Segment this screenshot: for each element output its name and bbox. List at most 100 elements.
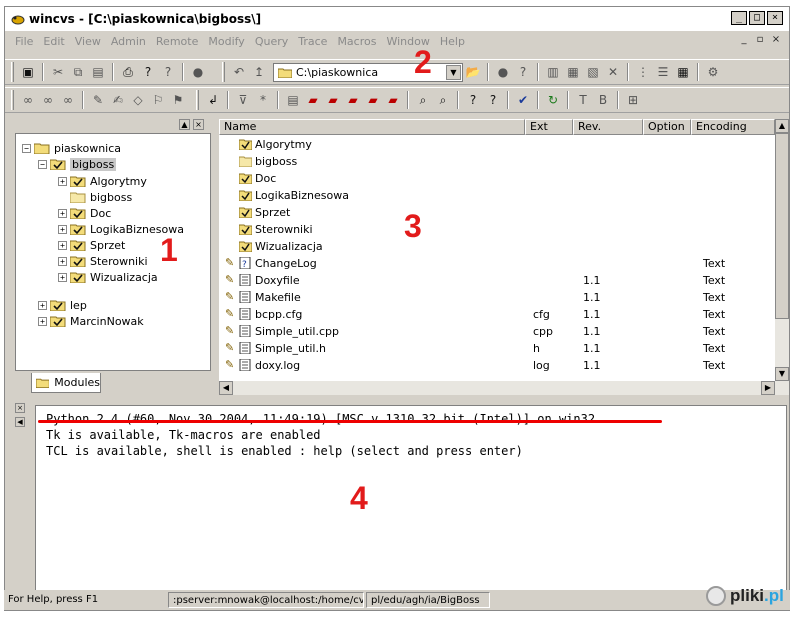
file-search-x-icon[interactable]: ⌕ [433,90,453,110]
expand-icon[interactable]: + [38,316,47,326]
pencil-icon[interactable]: ✎ [88,90,108,110]
scroll-left-icon[interactable]: ◀ [219,381,233,395]
table-row[interactable]: LogikaBiznesowa [219,187,775,204]
horizontal-scrollbar[interactable]: ◀ ▶ [219,381,789,395]
toolbar-grip[interactable] [11,62,14,82]
text-mode-icon[interactable]: T [573,90,593,110]
chevron-down-icon[interactable]: ▼ [446,64,461,80]
preferences-icon[interactable]: ⚙ [703,62,723,82]
column-header-ext[interactable]: Ext [525,119,573,135]
menu-file[interactable]: File [15,35,33,48]
column-header-rev[interactable]: Rev. [573,119,643,135]
table-row[interactable]: Sterowniki [219,221,775,238]
view-unknown-icon[interactable]: ▧ [583,62,603,82]
tree-node[interactable]: + Sterowniki [58,253,148,269]
column-header-option[interactable]: Option [643,119,691,135]
stop-run-icon[interactable]: ⚑ [168,90,188,110]
mdi-restore-button[interactable]: ▫ [753,34,767,47]
list-view-icon[interactable]: ☰ [653,62,673,82]
file-list[interactable]: Algorytmy bigboss Doc LogikaBiznesowa Sp… [219,135,775,381]
file-conflict-icon[interactable]: ▰ [363,90,383,110]
table-row[interactable]: ✎ ? ChangeLog Text [219,255,775,272]
file-removed-icon[interactable]: ▰ [343,90,363,110]
file-list-icon[interactable]: ▤ [283,90,303,110]
tree-node[interactable]: bigboss [70,189,132,205]
edit-icon[interactable]: ✍ [108,90,128,110]
table-row[interactable]: Doc [219,170,775,187]
expand-icon[interactable]: + [58,208,67,218]
console-close-icon[interactable]: × [15,403,25,413]
file-modified-icon[interactable]: ▰ [303,90,323,110]
menu-edit[interactable]: Edit [43,35,64,48]
query-file-icon[interactable]: ? [463,90,483,110]
expand-icon[interactable]: + [58,240,67,250]
commit-icon[interactable]: ✔ [513,90,533,110]
tree-node[interactable]: + Sprzet [58,237,125,253]
toolbar-grip[interactable] [11,90,14,110]
tree-node[interactable]: + Wizualizacja [58,269,158,285]
expand-icon[interactable]: + [58,176,67,186]
refresh-icon[interactable]: ↻ [543,90,563,110]
collapse-icon[interactable]: − [22,143,31,153]
binary-mode-icon[interactable]: B [593,90,613,110]
view-ignored-icon[interactable]: ▦ [563,62,583,82]
column-header-encoding[interactable]: Encoding [691,119,775,135]
table-row[interactable]: bigboss [219,153,775,170]
tree-node[interactable]: + lep [38,297,87,313]
tree-node[interactable]: + Doc [58,205,111,221]
column-header-name[interactable]: Name [219,119,525,135]
table-row[interactable]: ✎ Simple_util.h h 1.1 Text [219,340,775,357]
table-row[interactable]: ✎ doxy.log log 1.1 Text [219,357,775,374]
menu-admin[interactable]: Admin [111,35,146,48]
table-row[interactable]: ✎ Simple_util.cpp cpp 1.1 Text [219,323,775,340]
path-combo[interactable]: C:\piaskownica ▼ [273,62,463,82]
browse-folder-icon[interactable]: 📂 [463,62,483,82]
expand-icon[interactable]: + [58,224,67,234]
menu-help[interactable]: Help [440,35,465,48]
maximize-button[interactable]: □ [749,11,765,25]
query-icon[interactable]: ? [513,62,533,82]
details-view-icon[interactable]: ▦ [673,62,693,82]
copy-icon[interactable]: ⧉ [68,62,88,82]
browse-back-icon[interactable]: ↶ [229,62,249,82]
menu-macros[interactable]: Macros [337,35,376,48]
browse-up-icon[interactable]: ↥ [249,62,269,82]
tree-view-icon[interactable]: ⋮ [633,62,653,82]
query-clear-icon[interactable]: ? [483,90,503,110]
table-row[interactable]: Algorytmy [219,136,775,153]
file-missing-icon[interactable]: ▰ [383,90,403,110]
mdi-minimize-button[interactable]: _ [737,34,751,47]
scroll-thumb[interactable] [775,133,789,319]
mdi-close-button[interactable]: × [769,34,783,47]
print-icon[interactable]: ⎙ [118,62,138,82]
tree-node-bigboss[interactable]: − bigboss [38,156,117,172]
table-row[interactable]: ✎ Doxyfile 1.1 Text [219,272,775,289]
run-icon[interactable]: ⚐ [148,90,168,110]
expand-icon[interactable]: + [58,272,67,282]
pane-close-icon[interactable]: × [193,119,204,130]
menu-query[interactable]: Query [255,35,288,48]
glasses-remove-icon[interactable]: ∞ [58,90,78,110]
eraser-icon[interactable]: ◇ [128,90,148,110]
modules-tree[interactable]: − piaskownica − bigboss + Algorytmy bigb… [15,133,211,371]
table-row[interactable]: Sprzet [219,204,775,221]
tree-node[interactable]: + MarcinNowak [38,313,144,329]
toolbar-grip[interactable] [196,90,199,110]
table-row[interactable]: ✎ Makefile 1.1 Text [219,289,775,306]
asterisk-icon[interactable]: * [253,90,273,110]
scroll-up-icon[interactable]: ▲ [775,119,789,133]
expand-icon[interactable]: + [38,300,47,310]
file-search-icon[interactable]: ⌕ [413,90,433,110]
minimize-button[interactable]: _ [731,11,747,25]
menu-remote[interactable]: Remote [156,35,198,48]
paste-icon[interactable]: ▤ [88,62,108,82]
console-output[interactable]: Python 2.4 (#60, Nov 30 2004, 11:49:19) … [35,405,787,591]
clear-filter-icon[interactable]: ✕ [603,62,623,82]
table-row[interactable]: ✎ bcpp.cfg cfg 1.1 Text [219,306,775,323]
glasses-icon[interactable]: ∞ [18,90,38,110]
context-help-icon[interactable]: ? [158,62,178,82]
view-flat-icon[interactable]: ▥ [543,62,563,82]
expand-icon[interactable]: + [58,256,67,266]
toolbar-grip[interactable] [222,62,225,82]
scroll-down-icon[interactable]: ▼ [775,367,789,381]
